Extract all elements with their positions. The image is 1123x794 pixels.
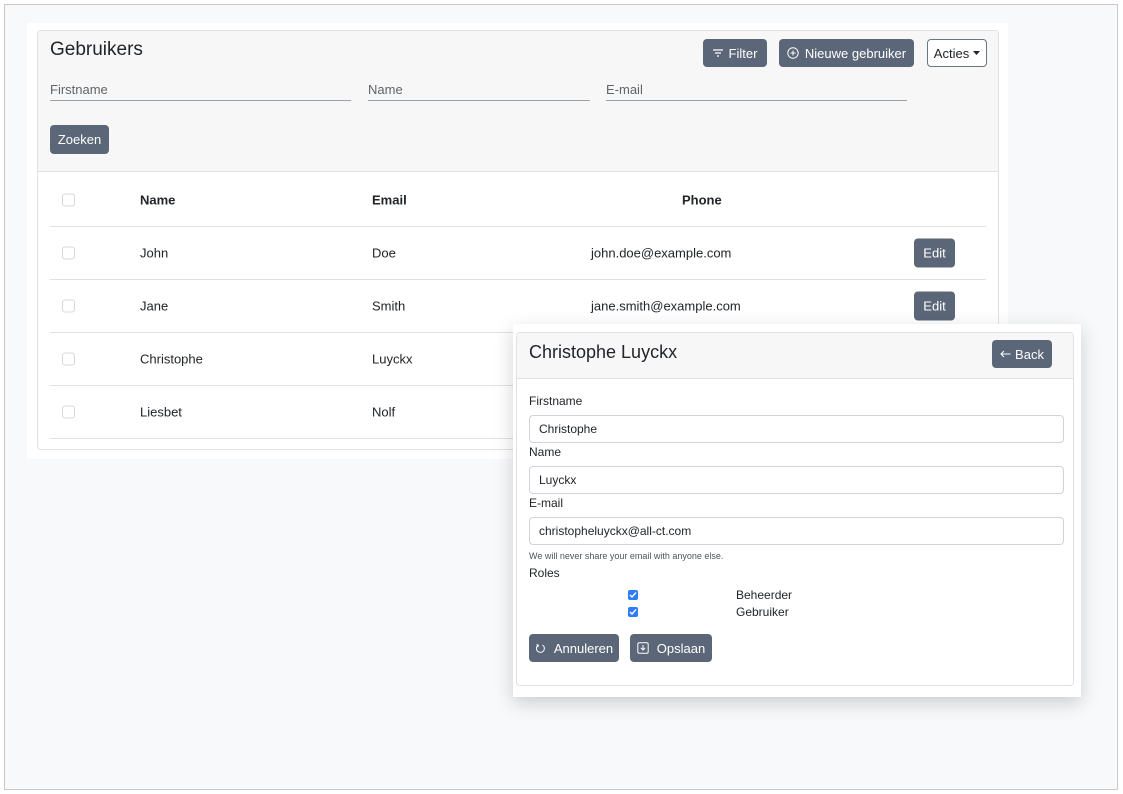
firstname-filter-placeholder: Firstname — [50, 82, 108, 97]
edit-button[interactable]: Edit — [914, 291, 955, 321]
row-phone-cell: jane.smith@example.com — [591, 298, 741, 314]
row-name-cell: Liesbet — [140, 404, 182, 420]
name-filter-placeholder: Name — [368, 82, 403, 97]
filter-button-label: Filter — [728, 45, 758, 61]
download-icon — [637, 642, 649, 654]
search-button-label: Zoeken — [57, 132, 102, 147]
email-input-value: christopheluyckx@all-ct.com — [539, 524, 692, 538]
name-input[interactable]: Luyckx — [529, 466, 1064, 494]
email-filter-input[interactable]: E-mail — [606, 79, 907, 101]
email-help-text: We will never share your email with anyo… — [529, 551, 724, 561]
row-email-cell: Luyckx — [372, 351, 413, 367]
row-email-cell: Doe — [372, 245, 396, 261]
role-label-gebruiker: Gebruiker — [736, 605, 789, 619]
role-label-beheerder: Beheerder — [736, 588, 793, 602]
row-checkbox[interactable] — [62, 405, 75, 419]
back-button[interactable]: Back — [992, 340, 1052, 368]
role-checkbox-beheerder[interactable] — [628, 590, 638, 600]
email-input[interactable]: christopheluyckx@all-ct.com — [529, 517, 1064, 545]
check-icon — [629, 592, 637, 599]
name-label: Name — [529, 445, 562, 459]
user-detail-card: Christophe Luyckx Back Firstname Christo… — [516, 332, 1074, 686]
select-all-checkbox[interactable] — [62, 193, 75, 207]
column-header-email: Email — [372, 192, 407, 208]
actions-dropdown-button[interactable]: Acties — [927, 39, 987, 67]
row-checkbox[interactable] — [62, 352, 75, 366]
row-email-cell: Nolf — [372, 404, 396, 420]
cancel-button[interactable]: Annuleren — [529, 634, 619, 662]
caret-down-icon — [973, 51, 981, 55]
row-checkbox[interactable] — [62, 299, 75, 313]
name-input-value: Luyckx — [539, 473, 577, 487]
users-card-header: Gebruikers Filter Nieuwe gebruiker Actie… — [38, 31, 998, 172]
row-checkbox[interactable] — [62, 246, 75, 260]
user-detail-title: Christophe Luyckx — [529, 342, 678, 362]
plus-circle-icon — [787, 47, 799, 59]
arrow-left-icon — [1000, 350, 1011, 358]
new-user-button[interactable]: Nieuwe gebruiker — [779, 39, 914, 67]
column-header-name: Name — [140, 192, 176, 208]
table-header-row: Name Email Phone — [50, 174, 986, 227]
save-button[interactable]: Opslaan — [630, 634, 712, 662]
firstname-input-value: Christophe — [539, 422, 598, 436]
search-button[interactable]: Zoeken — [50, 125, 109, 154]
edit-button-label: Edit — [923, 298, 946, 314]
row-name-cell: Christophe — [140, 351, 203, 367]
role-checkbox-gebruiker[interactable] — [628, 607, 638, 617]
name-filter-input[interactable]: Name — [368, 79, 590, 101]
new-user-button-label: Nieuwe gebruiker — [804, 45, 907, 61]
firstname-label: Firstname — [529, 394, 583, 408]
user-detail-header: Christophe Luyckx Back — [517, 333, 1073, 379]
edit-button[interactable]: Edit — [914, 238, 955, 268]
row-phone-cell: john.doe@example.com — [591, 245, 732, 261]
back-button-label: Back — [1015, 346, 1044, 362]
firstname-filter-input[interactable]: Firstname — [50, 79, 351, 101]
actions-button-label: Acties — [933, 45, 970, 61]
filter-button[interactable]: Filter — [703, 39, 767, 67]
filter-lines-icon — [712, 49, 723, 57]
save-button-label: Opslaan — [656, 640, 706, 656]
row-name-cell: Jane — [140, 298, 169, 314]
row-name-cell: John — [140, 245, 169, 261]
email-label: E-mail — [529, 496, 564, 510]
page-title: Gebruikers — [50, 39, 143, 60]
email-filter-placeholder: E-mail — [606, 82, 643, 97]
cancel-button-label: Annuleren — [553, 640, 614, 656]
edit-button-label: Edit — [923, 245, 946, 261]
user-detail-panel: Christophe Luyckx Back Firstname Christo… — [513, 324, 1081, 697]
table-row: John Doe john.doe@example.com Edit — [50, 227, 986, 280]
check-icon — [629, 609, 637, 616]
firstname-input[interactable]: Christophe — [529, 415, 1064, 443]
undo-icon — [535, 643, 546, 654]
column-header-phone: Phone — [682, 192, 722, 208]
row-email-cell: Smith — [372, 298, 406, 314]
roles-label: Roles — [529, 566, 560, 580]
